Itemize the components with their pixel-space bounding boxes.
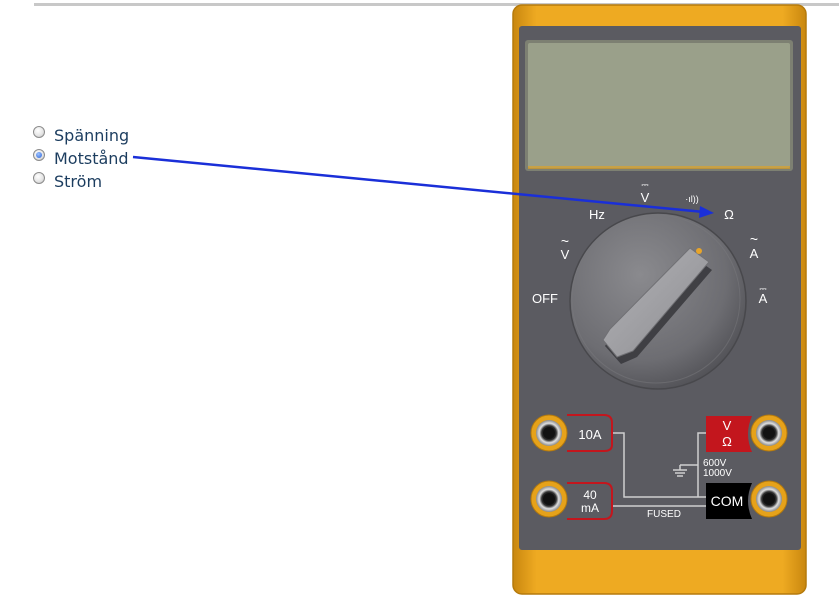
dial-ac-volt-label: V (561, 247, 570, 262)
dial-dc-volt-label: V (641, 190, 650, 205)
jack-v-ohm[interactable] (750, 414, 788, 452)
continuity-icon: ·ıl)) (685, 194, 699, 204)
dial-dc-amp-label: A (759, 291, 768, 306)
dial-indicator-dot (696, 248, 702, 254)
jack-40ma-label-bottom: mA (581, 501, 599, 515)
fused-label: FUSED (647, 509, 681, 520)
dial-hz-label: Hz (589, 207, 605, 222)
jack-40ma-label-top: 40 (583, 488, 597, 502)
jack-com[interactable] (750, 480, 788, 518)
jack-com-label: COM (711, 493, 744, 509)
dial-ohm-label: Ω (724, 207, 734, 222)
dial-off-label: OFF (532, 291, 558, 306)
multimeter: OFF ~ V Hz ⎓ V ·ıl)) Ω ~ A ⎓ A 10A 40 mA… (132, 4, 807, 595)
dial-ac-amp-label: A (750, 246, 759, 261)
jack-ohm-label: Ω (722, 434, 732, 449)
dial-ac-amp-symbol: ~ (750, 231, 758, 247)
jack-10a-label: 10A (578, 427, 601, 442)
jack-10a[interactable] (530, 414, 568, 452)
voltage-rating-bottom: 1000V (703, 468, 732, 479)
jack-40ma[interactable] (530, 480, 568, 518)
lcd-display (528, 43, 790, 168)
dial-dc-volt-symbol: ⎓ (641, 180, 648, 190)
jack-v-label: V (723, 418, 732, 433)
